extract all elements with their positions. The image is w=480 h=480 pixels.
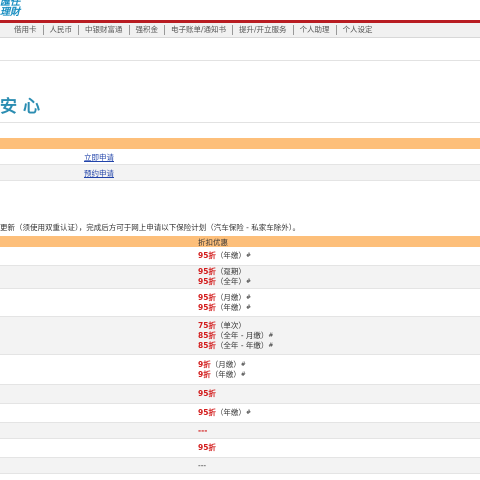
apply-row: 立即申请 xyxy=(0,149,480,165)
footnote-mark: # xyxy=(268,331,274,339)
bank-logo[interactable]: 匯任 理財 xyxy=(0,0,60,20)
footnote-mark: # xyxy=(268,341,274,349)
discount-table-body: 95折（年缴）# 95折（趸期） 95折（全年）# 95折（月缴）# 95折（年缴）# 7… xyxy=(0,247,480,474)
nav-item-assistant[interactable]: 个人助理 xyxy=(294,25,337,35)
nav-item-rmb[interactable]: 人民币 xyxy=(44,25,79,35)
discount-line: --- xyxy=(198,426,480,436)
apply-table: 立即申请 预约申请 xyxy=(0,138,480,181)
logo-line-2: 理財 xyxy=(0,7,20,18)
footnote-mark: # xyxy=(245,409,251,416)
discount-rate: 85折 xyxy=(198,340,216,350)
discount-rate: 95折 xyxy=(198,267,216,276)
discount-table: 折扣优惠 95折（年缴）# 95折（趸期） 95折（全年）# 95折（月缴）# 95折（… xyxy=(0,236,480,474)
payment-mode: （全年 - 月缴） xyxy=(215,330,269,340)
discount-row: 95折（年缴）# xyxy=(0,247,480,266)
nav-item-wealth[interactable]: 中银财富通 xyxy=(79,25,130,35)
payment-mode: （全年 - 年缴） xyxy=(215,340,269,350)
discount-line: 95折（年缴）# xyxy=(198,251,480,261)
discount-line: 85折（全年 - 月缴）# xyxy=(198,331,480,341)
notice-text: 更新（须使用双重认证），完成后方可于网上申请以下保险计划（汽车保险 - 私家车除… xyxy=(0,223,300,232)
discount-row: --- xyxy=(0,423,480,439)
discount-rate: 95折 xyxy=(198,408,216,417)
footnote-mark: # xyxy=(240,370,246,378)
discount-rate: 95折 xyxy=(198,292,216,302)
discount-rate: 9折 xyxy=(198,359,211,369)
discount-line: 95折（年缴）# xyxy=(198,408,480,418)
discount-rate: 85折 xyxy=(198,330,216,340)
discount-rate: 75折 xyxy=(198,320,216,330)
nav-item-credit-card[interactable]: 借用卡 xyxy=(0,25,44,35)
discount-row: 95折 xyxy=(0,439,480,458)
payment-mode: （月缴） xyxy=(210,359,241,369)
footnote-mark: # xyxy=(245,252,251,259)
discount-line: 95折（年缴）# xyxy=(198,303,480,313)
footnote-mark: # xyxy=(245,293,251,301)
apply-now-link[interactable]: 立即申请 xyxy=(84,152,114,163)
footnote-mark: # xyxy=(240,360,246,368)
apply-row: 预约申请 xyxy=(0,165,480,181)
discount-row: 75折（单次） 85折（全年 - 月缴）# 85折（全年 - 年缴）# xyxy=(0,317,480,355)
discount-line: 9折（年缴）# xyxy=(198,370,480,380)
apply-table-header xyxy=(0,138,480,149)
discount-row: 95折（趸期） 95折（全年）# xyxy=(0,266,480,289)
payment-mode: （全年） xyxy=(215,277,246,286)
footnote-mark: # xyxy=(245,278,251,285)
discount-row: 9折（月缴）# 9折（年缴）# xyxy=(0,355,480,385)
payment-mode: （单次） xyxy=(215,320,246,330)
discount-line: 75折（单次） xyxy=(198,321,480,331)
discount-rate: 95折 xyxy=(198,389,216,398)
discount-line: 95折 xyxy=(198,443,480,453)
nav-item-services[interactable]: 提升/开立服务 xyxy=(233,25,294,35)
discount-table-header: 折扣优惠 xyxy=(0,236,480,247)
payment-mode: （月缴） xyxy=(215,292,246,302)
divider xyxy=(0,60,480,61)
payment-mode: （年缴） xyxy=(215,302,246,312)
discount-row: 95折（月缴）# 95折（年缴）# xyxy=(0,289,480,317)
discount-row: --- xyxy=(0,458,480,474)
divider xyxy=(0,122,480,123)
nav-item-settings[interactable]: 个人设定 xyxy=(337,25,379,35)
discount-rate: 95折 xyxy=(198,443,216,452)
page-title: 安心 xyxy=(0,97,46,117)
discount-line: --- xyxy=(198,461,480,471)
discount-row: 95折 xyxy=(0,385,480,404)
discount-line: 85折（全年 - 年缴）# xyxy=(198,341,480,351)
payment-mode: （年缴） xyxy=(215,408,246,417)
top-navigation: 借用卡 人民币 中银财富通 强积金 电子账单/通知书 提升/开立服务 个人助理 … xyxy=(0,23,480,38)
nav-item-estatements[interactable]: 电子账单/通知书 xyxy=(165,25,234,35)
discount-rate: 95折 xyxy=(198,277,216,286)
footnote-mark: # xyxy=(245,303,251,311)
discount-rate: 9折 xyxy=(198,369,211,379)
discount-line: 95折 xyxy=(198,389,480,399)
payment-mode: （趸期） xyxy=(215,267,246,276)
discount-line: 95折（月缴）# xyxy=(198,293,480,303)
reserve-apply-link[interactable]: 预约申请 xyxy=(84,168,114,179)
discount-line: 95折（全年）# xyxy=(198,277,480,287)
payment-mode: （年缴） xyxy=(215,251,246,260)
discount-rate: --- xyxy=(198,460,207,470)
payment-mode: （年缴） xyxy=(210,369,241,379)
discount-row: 95折（年缴）# xyxy=(0,404,480,423)
discount-rate: 95折 xyxy=(198,251,216,260)
discount-line: 9折（月缴）# xyxy=(198,360,480,370)
discount-line: 95折（趸期） xyxy=(198,267,480,277)
discount-rate: --- xyxy=(198,425,208,435)
nav-item-mpf[interactable]: 强积金 xyxy=(130,25,165,35)
discount-rate: 95折 xyxy=(198,302,216,312)
